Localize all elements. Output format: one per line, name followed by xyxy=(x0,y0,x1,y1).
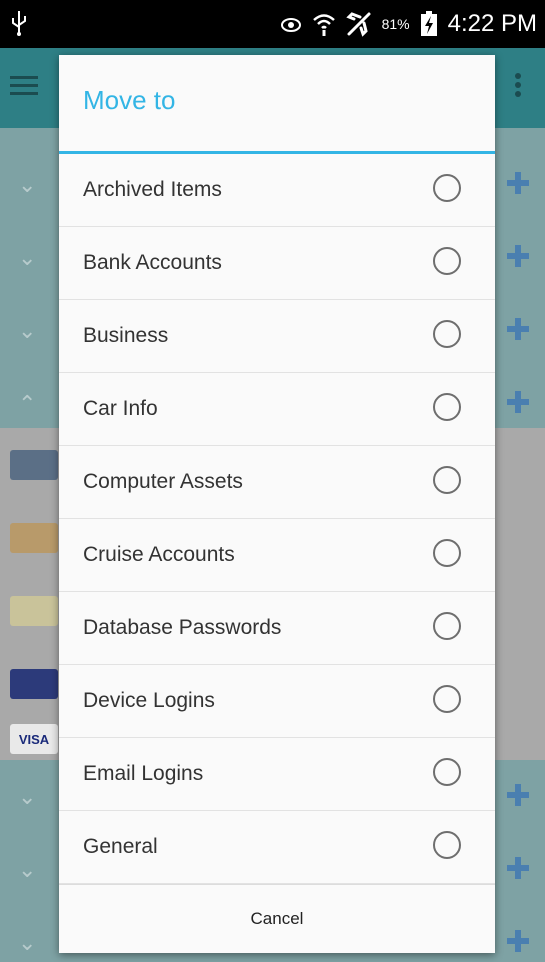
folder-option-archived-items[interactable]: Archived Items xyxy=(59,154,495,227)
battery-charging-icon xyxy=(420,11,437,36)
folder-option-database-passwords[interactable]: Database Passwords xyxy=(59,592,495,665)
folder-label: Bank Accounts xyxy=(83,251,222,274)
chevron-down-icon: ⌄ xyxy=(18,172,37,197)
chevron-down-icon: ⌄ xyxy=(18,784,37,809)
folder-option-email-logins[interactable]: Email Logins xyxy=(59,738,495,811)
add-icon xyxy=(507,784,529,806)
chevron-down-icon: ⌄ xyxy=(18,857,37,882)
radio-button[interactable] xyxy=(433,831,461,859)
screen: 81% 4:22 PM ⌄ ⌄ ⌄ ⌃ VISA ⌄ ⌄ ⌄ Move to A… xyxy=(0,0,545,962)
radio-button[interactable] xyxy=(433,758,461,786)
radio-button[interactable] xyxy=(433,320,461,348)
folder-option-bank-accounts[interactable]: Bank Accounts xyxy=(59,227,495,300)
folder-option-general[interactable]: General xyxy=(59,811,495,884)
id-card-thumbnail-icon xyxy=(10,596,58,626)
folder-label: Business xyxy=(83,324,169,347)
radio-button[interactable] xyxy=(433,539,461,567)
folder-label: Cruise Accounts xyxy=(83,543,235,566)
status-icons: 81% 4:22 PM xyxy=(280,8,537,40)
status-bar: 81% 4:22 PM xyxy=(0,0,545,48)
battery-percent: 81% xyxy=(381,16,410,32)
radio-button[interactable] xyxy=(433,685,461,713)
briefcase-thumbnail-icon xyxy=(10,523,58,553)
visa-thumbnail: VISA xyxy=(10,724,58,754)
add-icon xyxy=(507,245,529,267)
usb-icon xyxy=(12,11,26,36)
chevron-down-icon: ⌄ xyxy=(18,245,37,270)
overflow-menu-icon xyxy=(515,73,521,97)
folder-option-device-logins[interactable]: Device Logins xyxy=(59,665,495,738)
add-icon xyxy=(507,930,529,952)
mastercard-thumbnail-icon xyxy=(10,669,58,699)
chevron-up-icon: ⌃ xyxy=(18,391,37,416)
folder-label: Car Info xyxy=(83,397,158,420)
folder-label: Email Logins xyxy=(83,762,204,785)
add-icon xyxy=(507,318,529,340)
radio-button[interactable] xyxy=(433,612,461,640)
cancel-button[interactable]: Cancel xyxy=(59,885,495,953)
folder-list[interactable]: Archived Items Bank Accounts Business Ca… xyxy=(59,154,495,884)
folder-label: General xyxy=(83,835,158,858)
add-icon xyxy=(507,391,529,413)
folder-label: Archived Items xyxy=(83,178,222,201)
folder-option-car-info[interactable]: Car Info xyxy=(59,373,495,446)
dialog-title: Move to xyxy=(83,85,176,115)
radio-button[interactable] xyxy=(433,247,461,275)
phone-thumbnail-icon xyxy=(10,450,58,480)
folder-option-business[interactable]: Business xyxy=(59,300,495,373)
move-to-dialog: Move to Archived Items Bank Accounts Bus… xyxy=(59,55,495,953)
folder-label: Database Passwords xyxy=(83,616,282,639)
chevron-down-icon: ⌄ xyxy=(18,318,37,343)
eye-icon xyxy=(280,18,301,32)
radio-button[interactable] xyxy=(433,466,461,494)
radio-button[interactable] xyxy=(433,393,461,421)
folder-option-computer-assets[interactable]: Computer Assets xyxy=(59,446,495,519)
radio-button[interactable] xyxy=(433,174,461,202)
wifi-icon xyxy=(312,14,335,36)
menu-icon xyxy=(10,76,38,95)
clock: 4:22 PM xyxy=(447,10,537,37)
add-icon xyxy=(507,857,529,879)
folder-label: Computer Assets xyxy=(83,470,243,493)
folder-label: Device Logins xyxy=(83,689,215,712)
folder-option-cruise-accounts[interactable]: Cruise Accounts xyxy=(59,519,495,592)
add-icon xyxy=(507,172,529,194)
chevron-down-icon: ⌄ xyxy=(18,930,37,955)
airplane-icon xyxy=(345,12,371,37)
